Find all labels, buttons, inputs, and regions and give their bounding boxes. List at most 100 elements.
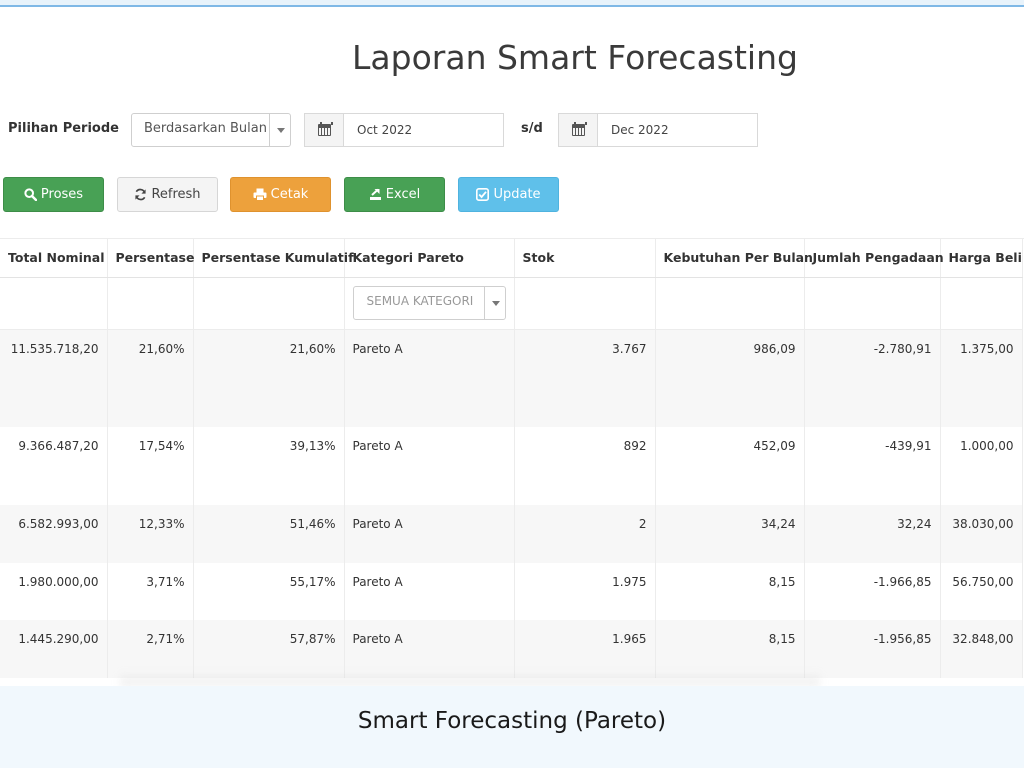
- jumlah-pengadaan-cell: -1.966,85: [804, 563, 941, 620]
- chevron-down-icon: [277, 128, 285, 133]
- column-header[interactable]: Jumlah Pengadaan: [804, 239, 944, 278]
- stok-cell: 892: [514, 427, 656, 505]
- total-nominal-cell: 9.366.487,20: [0, 427, 108, 505]
- column-header[interactable]: Persentase Kumulatif: [193, 239, 354, 278]
- filter-cell: [193, 277, 345, 330]
- table-row[interactable]: 9.366.487,20 17,54% 39,13% Pareto A 892 …: [0, 427, 1023, 505]
- persentase-cell: 17,54%: [107, 427, 194, 505]
- period-mode-caret[interactable]: [269, 114, 290, 146]
- column-header[interactable]: Persentase: [107, 239, 194, 278]
- filter-cell: [0, 277, 108, 330]
- refresh-label: Refresh: [151, 187, 201, 202]
- table-header-row: Total Nominal Persentase Persentase Kumu…: [0, 239, 1023, 278]
- persentase-kumulatif-cell: 51,46%: [193, 505, 345, 563]
- top-border: [0, 0, 1024, 7]
- persentase-cell: 12,33%: [107, 505, 194, 563]
- persentase-kumulatif-cell: 57,87%: [193, 620, 345, 678]
- date-to-value: Dec 2022: [611, 123, 669, 137]
- date-to-field[interactable]: Dec 2022: [558, 113, 758, 147]
- filter-cell: [804, 277, 941, 330]
- persentase-kumulatif-cell: 21,60%: [193, 329, 345, 427]
- excel-label: Excel: [385, 187, 421, 202]
- persentase-cell: 21,60%: [107, 329, 194, 427]
- search-icon: [24, 188, 37, 201]
- kebutuhan-cell: 8,15: [655, 563, 805, 620]
- date-from-field[interactable]: Oct 2022: [304, 113, 504, 147]
- cetak-button[interactable]: Cetak: [230, 177, 331, 212]
- refresh-icon: [135, 188, 147, 201]
- table-row[interactable]: 11.535.718,20 21,60% 21,60% Pareto A 3.7…: [0, 329, 1023, 427]
- filter-cell: SEMUA KATEGORI: [344, 277, 515, 330]
- kebutuhan-cell: 8,15: [655, 620, 805, 678]
- total-nominal-cell: 1.980.000,00: [0, 563, 108, 620]
- date-to-addon[interactable]: [559, 114, 598, 146]
- pareto-table-wrapper: Total Nominal Persentase Persentase Kumu…: [0, 238, 1024, 678]
- proses-label: Proses: [40, 187, 84, 202]
- category-filter-select[interactable]: SEMUA KATEGORI: [352, 285, 506, 320]
- stok-cell: 2: [514, 505, 656, 563]
- kategori-pareto-cell: Pareto A: [344, 505, 515, 563]
- update-button[interactable]: Update: [458, 177, 559, 212]
- category-filter-caret[interactable]: [483, 286, 505, 319]
- print-icon: [253, 188, 267, 201]
- calendar-icon: [572, 122, 587, 136]
- stok-cell: 1.965: [514, 620, 656, 678]
- jumlah-pengadaan-cell: 32,24: [804, 505, 941, 563]
- filter-cell: [514, 277, 656, 330]
- table-row[interactable]: 1.980.000,00 3,71% 55,17% Pareto A 1.975…: [0, 563, 1023, 620]
- date-from-addon[interactable]: [305, 114, 344, 146]
- persentase-cell: 3,71%: [107, 563, 194, 620]
- kebutuhan-cell: 34,24: [655, 505, 805, 563]
- harga-beli-cell: 1.000,00: [940, 427, 1023, 505]
- caption-banner: Smart Forecasting (Pareto): [0, 686, 1024, 768]
- kategori-pareto-cell: Pareto A: [344, 620, 515, 678]
- table-row[interactable]: 1.445.290,00 2,71% 57,87% Pareto A 1.965…: [0, 620, 1023, 678]
- page-title: Laporan Smart Forecasting: [352, 38, 798, 77]
- cetak-label: Cetak: [270, 187, 309, 202]
- column-header[interactable]: Total Nominal: [0, 239, 108, 278]
- harga-beli-cell: 56.750,00: [940, 563, 1023, 620]
- kategori-pareto-cell: Pareto A: [344, 427, 515, 505]
- calendar-icon: [318, 122, 333, 136]
- column-header[interactable]: Stok: [514, 239, 656, 278]
- persentase-kumulatif-cell: 55,17%: [193, 563, 345, 620]
- total-nominal-cell: 11.535.718,20: [0, 329, 108, 427]
- table-row[interactable]: 6.582.993,00 12,33% 51,46% Pareto A 2 34…: [0, 505, 1023, 563]
- caption-text: Smart Forecasting (Pareto): [357, 708, 667, 734]
- persentase-cell: 2,71%: [107, 620, 194, 678]
- filter-cell: [655, 277, 805, 330]
- table-filter-row: SEMUA KATEGORI: [0, 277, 1023, 330]
- column-header[interactable]: Kebutuhan Per Bulan: [655, 239, 813, 278]
- category-filter-value: SEMUA KATEGORI: [366, 293, 474, 308]
- filter-cell: [940, 277, 1023, 330]
- column-header[interactable]: Kategori Pareto: [344, 239, 515, 278]
- stok-cell: 3.767: [514, 329, 656, 427]
- jumlah-pengadaan-cell: -1.956,85: [804, 620, 941, 678]
- refresh-button[interactable]: Refresh: [117, 177, 218, 212]
- harga-beli-cell: 32.848,00: [940, 620, 1023, 678]
- total-nominal-cell: 6.582.993,00: [0, 505, 108, 563]
- date-separator: s/d: [521, 121, 543, 136]
- proses-button[interactable]: Proses: [3, 177, 104, 212]
- chevron-down-icon: [491, 300, 500, 306]
- harga-beli-cell: 38.030,00: [940, 505, 1023, 563]
- banner-shadow: [120, 672, 820, 686]
- update-label: Update: [493, 187, 541, 202]
- kebutuhan-cell: 452,09: [655, 427, 805, 505]
- period-label: Pilihan Periode: [8, 121, 119, 136]
- excel-button[interactable]: Excel: [344, 177, 445, 212]
- harga-beli-cell: 1.375,00: [940, 329, 1023, 427]
- kategori-pareto-cell: Pareto A: [344, 329, 515, 427]
- period-mode-select[interactable]: Berdasarkan Bulan: [131, 113, 291, 147]
- period-mode-value: Berdasarkan Bulan: [144, 121, 267, 136]
- total-nominal-cell: 1.445.290,00: [0, 620, 108, 678]
- stok-cell: 1.975: [514, 563, 656, 620]
- column-header[interactable]: Harga Beli: [940, 239, 1023, 278]
- jumlah-pengadaan-cell: -2.780,91: [804, 329, 941, 427]
- kategori-pareto-cell: Pareto A: [344, 563, 515, 620]
- export-icon: [369, 188, 381, 200]
- kebutuhan-cell: 986,09: [655, 329, 805, 427]
- filter-cell: [107, 277, 194, 330]
- check-square-icon: [476, 188, 490, 201]
- jumlah-pengadaan-cell: -439,91: [804, 427, 941, 505]
